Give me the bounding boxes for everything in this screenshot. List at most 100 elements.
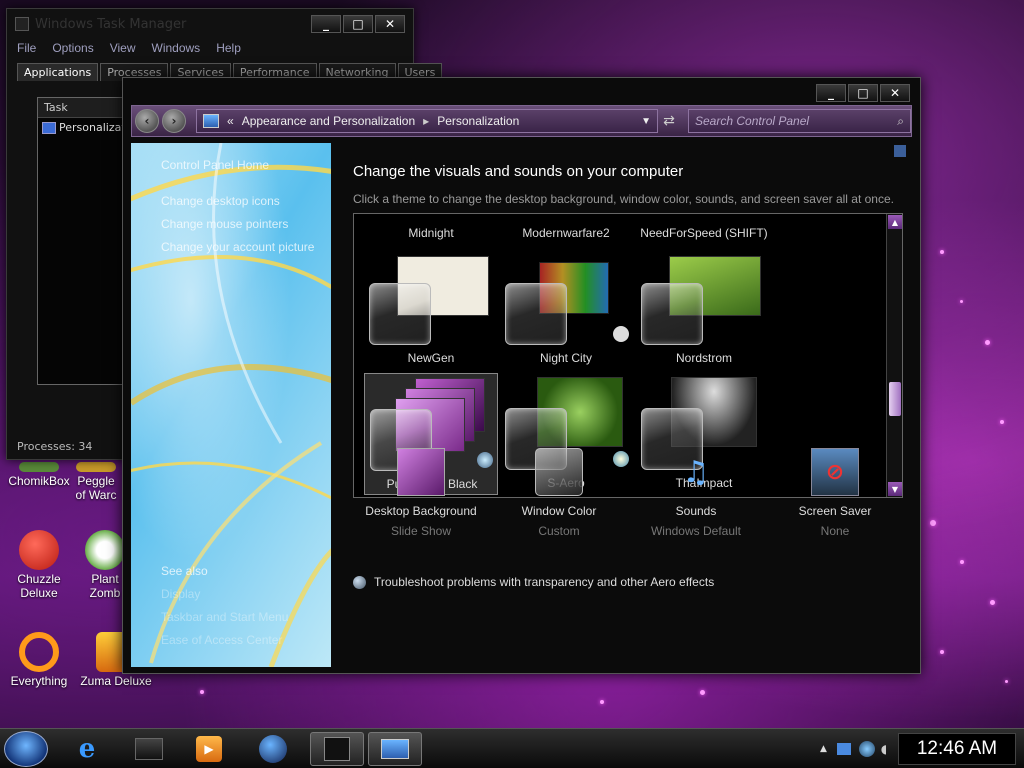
internet-explorer-icon: e xyxy=(78,734,96,764)
sounds-value: Windows Default xyxy=(650,524,742,538)
network-icon[interactable] xyxy=(858,741,875,757)
taskbar-media-center[interactable] xyxy=(122,732,176,766)
theme-label: Nordstrom xyxy=(675,351,732,365)
chuzzle-icon xyxy=(19,530,59,570)
change-desktop-icons-link[interactable]: Change desktop icons xyxy=(161,194,280,208)
taskbar: e ▶ ▲ ◖ 12:46 AM xyxy=(0,728,1024,768)
see-also-heading: See also xyxy=(161,564,208,578)
back-button[interactable]: ‹ xyxy=(135,109,159,133)
volume-icon[interactable]: ◖ xyxy=(881,742,887,756)
minimize-button[interactable]: _ xyxy=(311,15,341,33)
theme-label: Modernwarfare2 xyxy=(522,226,610,240)
media-player-icon: ▶ xyxy=(196,736,222,762)
theme-modernwarfare2[interactable]: Modernwarfare2 xyxy=(499,214,633,244)
task-manager-icon xyxy=(324,737,350,761)
action-center-icon[interactable] xyxy=(836,743,851,755)
window-color-title: Window Color xyxy=(521,504,597,518)
breadcrumb-appearance[interactable]: Appearance and Personalization xyxy=(242,114,415,128)
chevron-down-icon[interactable]: ▼ xyxy=(641,116,651,127)
maximize-button[interactable]: □ xyxy=(848,84,878,102)
control-panel-icon xyxy=(203,114,219,128)
display-link[interactable]: Display xyxy=(161,587,200,601)
window-color-icon xyxy=(535,448,583,496)
screen-saver-button[interactable]: ⊘ Screen Saver None xyxy=(770,448,900,538)
troubleshoot-link[interactable]: Troubleshoot problems with transparency … xyxy=(353,575,714,589)
change-mouse-pointers-link[interactable]: Change mouse pointers xyxy=(161,217,288,231)
control-panel-icon xyxy=(42,121,56,134)
sounds-button[interactable]: ♫ Sounds Windows Default xyxy=(631,448,761,539)
taskbar-network[interactable] xyxy=(246,732,300,766)
control-panel-home-link[interactable]: Control Panel Home xyxy=(161,158,269,172)
desktop-background-button[interactable]: Desktop Background Slide Show xyxy=(356,448,486,538)
search-input[interactable]: Search Control Panel ⌕ xyxy=(688,109,911,133)
desktop-background-title: Desktop Background xyxy=(365,504,477,518)
troubleshoot-icon xyxy=(353,575,366,589)
window-color-button[interactable]: Window Color Custom xyxy=(494,448,624,538)
theme-color-preview xyxy=(505,283,567,345)
tray-expand-icon[interactable]: ▲ xyxy=(820,744,827,754)
desktop-icon-label: Peggle of Warc xyxy=(75,474,117,502)
help-icon[interactable] xyxy=(894,145,906,157)
forward-button[interactable]: › xyxy=(162,109,186,133)
desktop-icon-label: Chuzzle Deluxe xyxy=(17,572,61,600)
scroll-up-icon[interactable]: ▲ xyxy=(888,215,902,229)
desktop-icon-chuzzle[interactable]: Chuzzle Deluxe xyxy=(2,530,76,600)
desktop-icon-everything[interactable]: Everything xyxy=(2,632,76,688)
chomikbox-icon xyxy=(19,462,59,472)
desktop-icon-peggle[interactable]: Peggle of Warc xyxy=(66,462,126,502)
peggle-icon xyxy=(76,462,116,472)
taskbar-internet-explorer[interactable]: e xyxy=(60,732,114,766)
theme-label: Midnight xyxy=(408,226,454,240)
theme-label: Night City xyxy=(539,351,592,365)
maximize-button[interactable]: □ xyxy=(343,15,373,33)
tab-applications[interactable]: Applications xyxy=(17,63,99,81)
screen-saver-value: None xyxy=(820,524,850,538)
window-caption-buttons: _ □ ✕ xyxy=(816,84,910,102)
change-account-picture-link[interactable]: Change your account picture xyxy=(161,240,314,254)
menu-help[interactable]: Help xyxy=(216,41,241,55)
close-button[interactable]: ✕ xyxy=(375,15,405,33)
theme-newgen[interactable]: NewGen xyxy=(364,252,498,370)
desktop-icon-label: Zuma Deluxe xyxy=(80,674,152,688)
magnifier-icon xyxy=(19,632,59,672)
taskbar-media-player[interactable]: ▶ xyxy=(182,732,236,766)
menu-file[interactable]: File xyxy=(17,41,36,55)
theme-nordstrom[interactable]: Nordstrom xyxy=(637,252,771,370)
taskbar-start-menu-link[interactable]: Taskbar and Start Menu xyxy=(161,610,288,624)
refresh-icon[interactable]: ⇄ xyxy=(658,113,680,129)
sounds-icon: ♫ xyxy=(682,454,710,490)
menu-windows[interactable]: Windows xyxy=(152,41,201,55)
taskbar-clock[interactable]: 12:46 AM xyxy=(898,733,1016,765)
close-button[interactable]: ✕ xyxy=(880,84,910,102)
menu-view[interactable]: View xyxy=(110,41,136,55)
menu-options[interactable]: Options xyxy=(52,41,93,55)
troubleshoot-label: Troubleshoot problems with transparency … xyxy=(374,575,715,589)
breadcrumb-arrow-icon: ▸ xyxy=(423,114,430,128)
desktop-icon-label: Everything xyxy=(10,674,68,688)
breadcrumb-separator-icon: « xyxy=(227,114,234,128)
taskbar-task-manager[interactable] xyxy=(310,732,364,766)
minimize-button[interactable]: _ xyxy=(816,84,846,102)
scroll-thumb[interactable] xyxy=(889,382,901,416)
theme-night-city[interactable]: Night City xyxy=(499,252,633,370)
desktop-background-value: Slide Show xyxy=(390,524,452,538)
window-color-value: Custom xyxy=(538,524,580,538)
ease-of-access-link[interactable]: Ease of Access Center xyxy=(161,633,282,647)
theme-needforspeed[interactable]: NeedForSpeed (SHIFT) xyxy=(637,214,771,244)
page-subtitle: Click a theme to change the desktop back… xyxy=(353,192,894,206)
breadcrumb-personalization[interactable]: Personalization xyxy=(437,114,519,128)
start-button[interactable] xyxy=(4,731,48,767)
search-icon[interactable]: ⌕ xyxy=(897,114,904,129)
navigation-bar: ‹ › « Appearance and Personalization ▸ P… xyxy=(131,105,912,137)
taskbar-control-panel[interactable] xyxy=(368,732,422,766)
task-manager-caption-buttons: _ □ ✕ xyxy=(311,15,405,33)
desktop-icon-chomikbox[interactable]: ChomikBox xyxy=(2,462,76,488)
theme-midnight[interactable]: Midnight xyxy=(364,214,498,244)
address-bar[interactable]: « Appearance and Personalization ▸ Perso… xyxy=(196,109,658,133)
left-navigation-pane: Control Panel Home Change desktop icons … xyxy=(131,143,331,667)
control-panel-icon xyxy=(381,739,409,759)
personalization-window[interactable]: _ □ ✕ ‹ › « Appearance and Personalizati… xyxy=(122,77,921,674)
sounds-title: Sounds xyxy=(675,504,717,518)
search-placeholder: Search Control Panel xyxy=(695,114,810,128)
screen-saver-icon: ⊘ xyxy=(811,448,859,496)
